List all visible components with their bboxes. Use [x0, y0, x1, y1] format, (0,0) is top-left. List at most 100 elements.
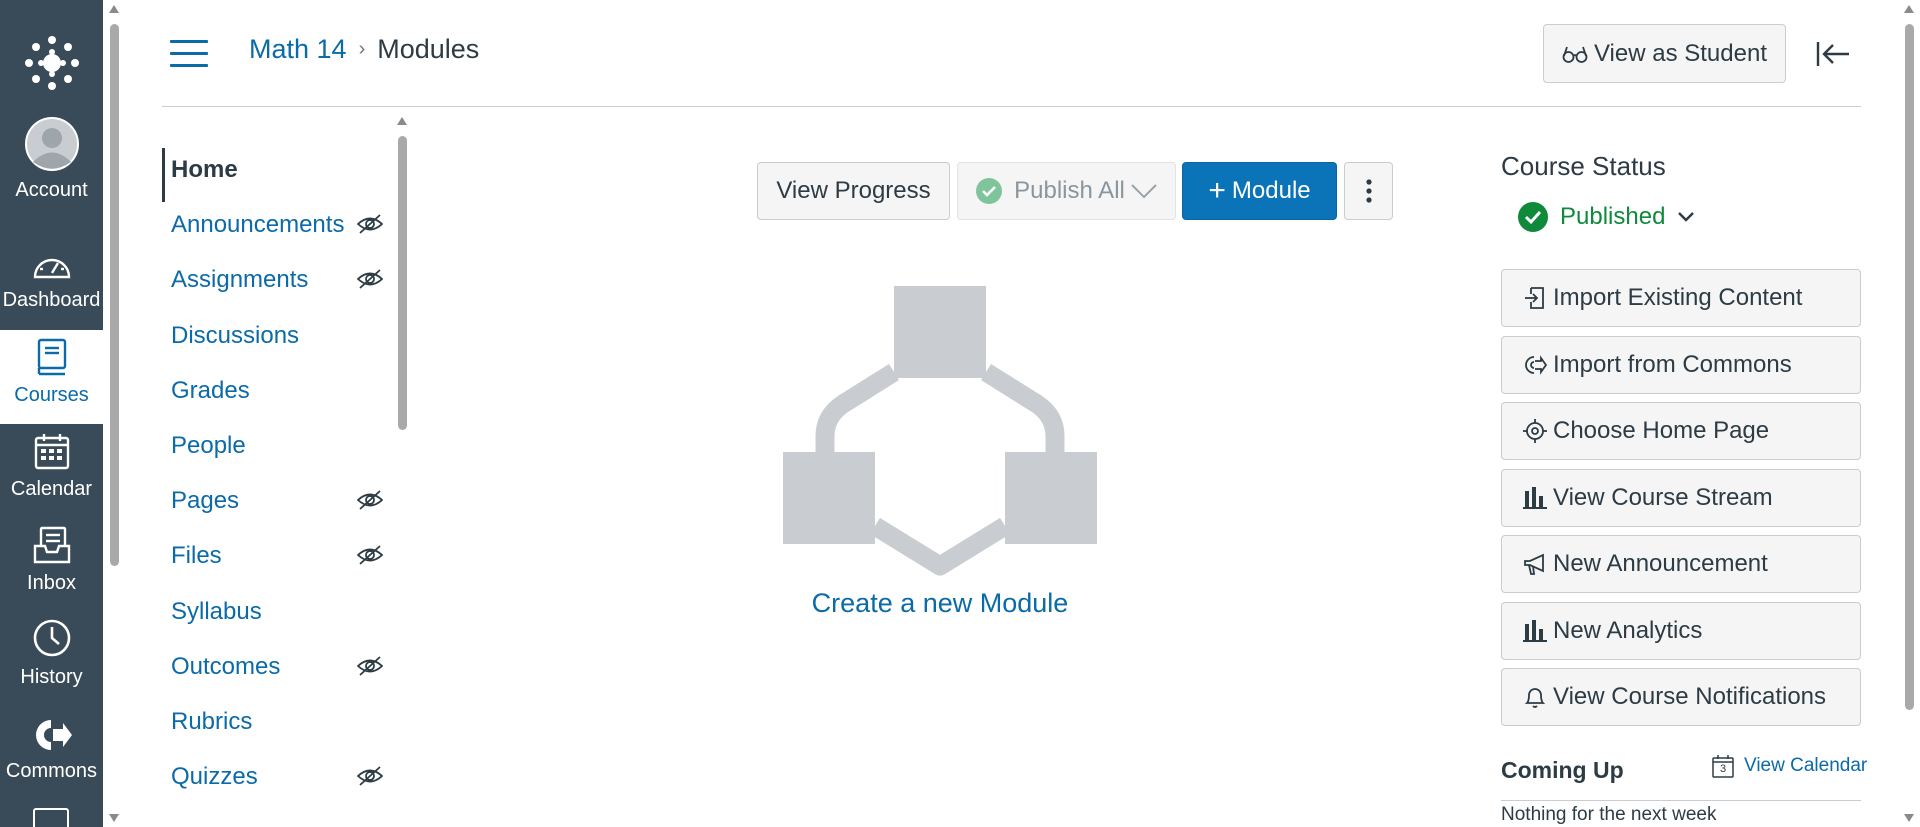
canvas-logo-icon[interactable]	[0, 0, 103, 125]
publish-all-button[interactable]: Publish All	[957, 162, 1176, 220]
course-nav-home[interactable]: Home	[162, 148, 392, 202]
nav-label: Calendar	[10, 478, 93, 500]
course-nav-people[interactable]: People	[162, 424, 392, 468]
course-nav-outcomes[interactable]: Outcomes	[162, 645, 392, 689]
create-module-link[interactable]: Create a new Module	[783, 588, 1097, 619]
scrollbar-thumb[interactable]	[110, 24, 119, 566]
new-analytics-button[interactable]: New Analytics	[1501, 602, 1861, 660]
action-label: View Course Stream	[1553, 484, 1773, 511]
course-nav-label: Syllabus	[171, 598, 262, 625]
nav-label: Account	[15, 179, 88, 201]
coming-up-heading: Coming Up	[1501, 757, 1624, 783]
course-status-dropdown[interactable]: Published	[1518, 202, 1695, 232]
course-nav-label: Home	[171, 156, 238, 183]
course-nav-grades[interactable]: Grades	[162, 369, 392, 413]
course-status-heading: Course Status	[1501, 151, 1666, 181]
scroll-down-arrow-icon[interactable]	[109, 814, 119, 822]
header-divider	[162, 106, 1861, 107]
import-existing-content-button[interactable]: Import Existing Content	[1501, 269, 1861, 327]
breadcrumb-current-page: Modules	[377, 34, 480, 64]
scrollbar-thumb[interactable]	[398, 136, 407, 430]
course-nav-label: Assignments	[171, 266, 309, 293]
hidden-eye-icon	[356, 544, 384, 573]
course-nav-label: Grades	[171, 377, 250, 404]
modules-empty-illustration	[783, 286, 1097, 576]
hidden-eye-icon	[356, 213, 384, 242]
course-status-label: Published	[1560, 203, 1666, 230]
course-nav-syllabus[interactable]: Syllabus	[162, 590, 392, 634]
scrollbar-thumb[interactable]	[1905, 24, 1914, 710]
course-nav-announcements[interactable]: Announcements	[162, 203, 392, 247]
publish-all-label: Publish All	[1014, 177, 1125, 204]
plus-icon: +	[1208, 174, 1226, 207]
breadcrumb-separator-icon: ›	[358, 38, 366, 60]
hidden-eye-icon	[356, 765, 384, 794]
commons-icon	[1522, 352, 1548, 378]
view-progress-button[interactable]: View Progress	[757, 162, 950, 220]
scroll-up-arrow-icon[interactable]	[1904, 5, 1914, 13]
chevron-down-icon	[1131, 183, 1157, 199]
scroll-up-arrow-icon[interactable]	[397, 117, 407, 125]
import-icon	[1522, 285, 1548, 311]
action-label: New Announcement	[1553, 550, 1768, 577]
published-check-icon	[1518, 202, 1548, 232]
kebab-icon[interactable]	[1344, 162, 1393, 220]
nav-item-history[interactable]: History	[0, 612, 103, 706]
add-module-button[interactable]: + Module	[1182, 162, 1337, 220]
nav-item-calendar[interactable]: Calendar	[0, 424, 103, 518]
view-course-notifications-button[interactable]: View Course Notifications	[1501, 668, 1861, 726]
view-course-stream-button[interactable]: View Course Stream	[1501, 469, 1861, 527]
target-icon	[1522, 418, 1548, 444]
add-module-label: Module	[1231, 177, 1311, 204]
coming-up-empty-text: Nothing for the next week	[1501, 804, 1717, 825]
view-progress-label: View Progress	[776, 177, 931, 204]
collapse-sidebar-icon[interactable]	[1816, 40, 1850, 68]
action-label: Import from Commons	[1553, 351, 1792, 378]
course-nav-label: People	[171, 432, 246, 459]
view-calendar-link[interactable]: 3 View Calendar	[1712, 754, 1867, 778]
page-scrollbar[interactable]	[106, 0, 122, 827]
nav-item-dashboard[interactable]: Dashboard	[0, 235, 103, 329]
breadcrumb: Math 14 › Modules	[249, 34, 479, 65]
hidden-eye-icon	[356, 268, 384, 297]
course-nav-quizzes[interactable]: Quizzes	[162, 755, 392, 799]
course-nav-rubrics[interactable]: Rubrics	[162, 700, 392, 744]
right-scrollbar[interactable]	[1901, 0, 1917, 827]
course-nav-scrollbar[interactable]	[394, 112, 410, 827]
course-nav-discussions[interactable]: Discussions	[162, 314, 392, 358]
nav-label: Commons	[5, 760, 98, 782]
nav-item-account[interactable]: Account	[0, 117, 103, 219]
inbox-icon	[33, 518, 71, 570]
studio-icon[interactable]	[33, 808, 69, 827]
scroll-up-arrow-icon[interactable]	[109, 5, 119, 13]
import-from-commons-button[interactable]: Import from Commons	[1501, 336, 1861, 394]
hidden-eye-icon	[356, 655, 384, 684]
nav-item-inbox[interactable]: Inbox	[0, 518, 103, 612]
breadcrumb-course-link[interactable]: Math 14	[249, 34, 347, 65]
course-nav-files[interactable]: Files	[162, 534, 392, 578]
calendar-day-number: 3	[1719, 763, 1727, 775]
coming-up-divider	[1501, 800, 1861, 801]
chevron-down-icon	[1677, 211, 1695, 223]
course-nav-pages[interactable]: Pages	[162, 479, 392, 523]
view-as-student-button[interactable]: View as Student	[1543, 24, 1786, 83]
action-label: Choose Home Page	[1553, 417, 1770, 444]
course-nav-assignments[interactable]: Assignments	[162, 258, 392, 302]
choose-home-page-button[interactable]: Choose Home Page	[1501, 402, 1861, 460]
nav-label: Dashboard	[2, 289, 101, 311]
megaphone-icon	[1522, 551, 1548, 577]
course-nav-label: Announcements	[171, 211, 345, 238]
commons-icon	[31, 706, 73, 758]
nav-label: Inbox	[27, 572, 76, 594]
nav-item-courses[interactable]: Courses	[0, 330, 103, 424]
new-announcement-button[interactable]: New Announcement	[1501, 535, 1861, 593]
action-label: View Course Notifications	[1553, 683, 1827, 710]
scroll-down-arrow-icon[interactable]	[1904, 814, 1914, 822]
course-menu-toggle-button[interactable]	[170, 40, 208, 68]
check-circle-icon	[976, 178, 1003, 204]
course-nav-label: Outcomes	[171, 653, 281, 680]
bell-icon	[1522, 684, 1548, 710]
calendar-icon: 3	[1712, 754, 1734, 778]
hidden-eye-icon	[356, 489, 384, 518]
nav-item-commons[interactable]: Commons	[0, 706, 103, 800]
